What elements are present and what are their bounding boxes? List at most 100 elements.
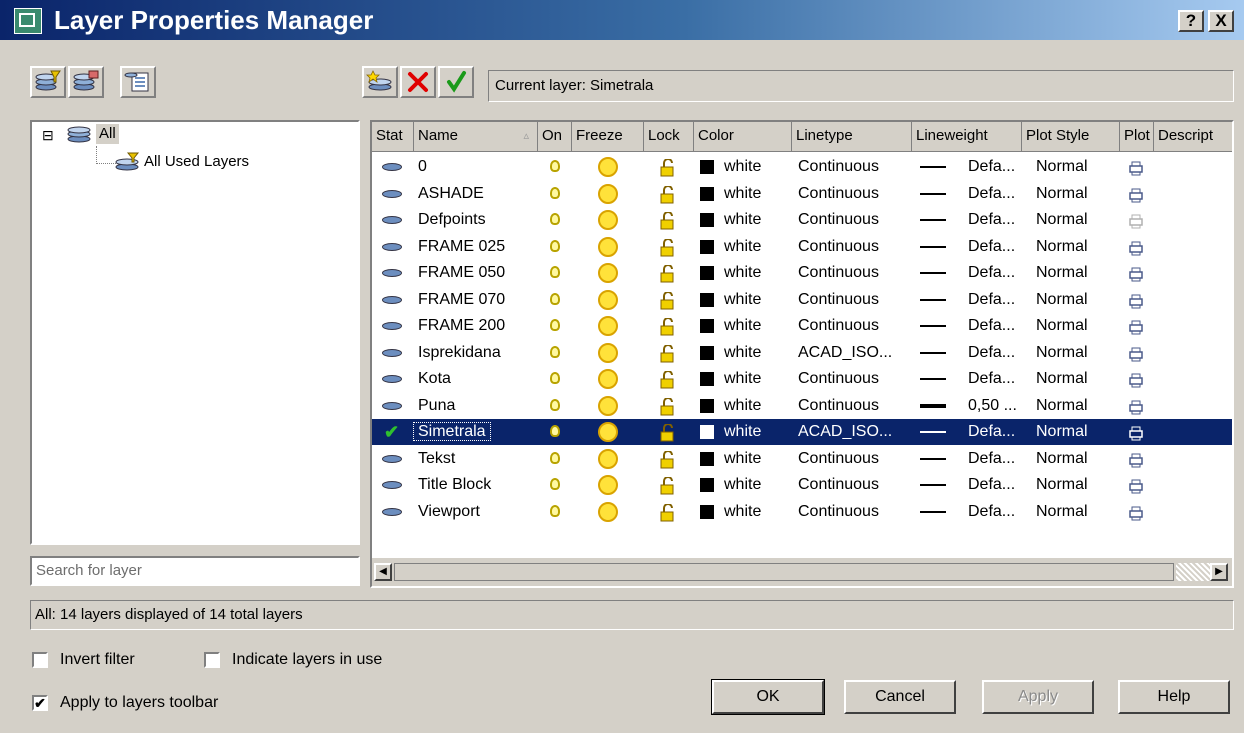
color-swatch[interactable] <box>700 504 714 519</box>
indicate-layers-in-use-checkbox[interactable] <box>204 652 220 668</box>
layer-lineweight[interactable]: Defa... <box>968 181 1015 207</box>
column-header-color[interactable]: Color <box>694 122 792 152</box>
layer-color[interactable]: white <box>724 234 761 260</box>
layer-color[interactable]: white <box>724 287 761 313</box>
layer-name[interactable]: FRAME 025 <box>418 234 505 260</box>
printer-icon[interactable] <box>1128 318 1144 335</box>
layer-linetype[interactable]: Continuous <box>798 366 879 392</box>
color-swatch[interactable] <box>700 398 714 413</box>
new-property-filter-button[interactable] <box>30 66 66 98</box>
color-swatch[interactable] <box>700 319 714 333</box>
column-header-stat[interactable]: Stat <box>372 122 414 152</box>
table-row[interactable]: FRAME 070 white Continuous Defa... Normal <box>372 287 1232 313</box>
help-dialog-button[interactable]: Help <box>1118 680 1230 714</box>
layer-lineweight[interactable]: Defa... <box>968 207 1015 233</box>
printer-icon[interactable] <box>1128 159 1144 176</box>
layer-color[interactable]: white <box>724 366 761 392</box>
sun-thaw-icon[interactable] <box>598 210 618 230</box>
layer-lineweight[interactable]: Defa... <box>968 366 1015 392</box>
layer-name[interactable]: Tekst <box>418 446 455 472</box>
table-row[interactable]: Tekst white Continuous Defa... Normal <box>372 446 1232 472</box>
table-row[interactable]: Puna white Continuous 0,50 ... Normal <box>372 393 1232 419</box>
lightbulb-on-icon[interactable] <box>550 425 560 437</box>
scroll-right-button[interactable]: ▶ <box>1210 563 1228 581</box>
printer-icon[interactable] <box>1128 345 1144 361</box>
sun-thaw-icon[interactable] <box>598 316 618 336</box>
table-row[interactable]: Defpoints white Continuous Defa... Normal <box>372 207 1232 233</box>
padlock-unlocked-icon[interactable] <box>658 184 676 204</box>
lightbulb-on-icon[interactable] <box>550 160 560 172</box>
printer-icon[interactable] <box>1128 371 1144 388</box>
delete-layer-button[interactable] <box>400 66 436 98</box>
color-swatch[interactable] <box>700 372 714 386</box>
scroll-left-button[interactable]: ◀ <box>374 563 392 581</box>
layer-lineweight[interactable]: Defa... <box>968 499 1015 525</box>
layer-color[interactable]: white <box>724 499 761 525</box>
layer-color[interactable]: white <box>724 340 761 366</box>
padlock-unlocked-icon[interactable] <box>658 423 676 442</box>
scroll-thumb[interactable] <box>394 563 1174 581</box>
column-header-plot[interactable]: Plot <box>1120 122 1154 152</box>
layer-lineweight[interactable]: Defa... <box>968 472 1015 498</box>
layer-name[interactable]: Isprekidana <box>418 340 501 366</box>
apply-button[interactable]: Apply <box>982 680 1094 714</box>
table-row[interactable]: Viewport white Continuous Defa... Normal <box>372 499 1232 525</box>
layer-name[interactable]: Puna <box>418 393 455 419</box>
table-row[interactable]: FRAME 050 white Continuous Defa... Normal <box>372 260 1232 286</box>
layer-linetype[interactable]: Continuous <box>798 287 879 313</box>
layer-name[interactable]: 0 <box>418 154 427 180</box>
lightbulb-on-icon[interactable] <box>550 186 560 199</box>
layer-name[interactable]: Simetrala <box>413 419 491 445</box>
search-box[interactable] <box>30 556 360 586</box>
lightbulb-on-icon[interactable] <box>550 398 560 411</box>
scroll-track[interactable] <box>1176 563 1210 581</box>
padlock-unlocked-icon[interactable] <box>658 290 676 310</box>
table-row[interactable]: ASHADE white Continuous Defa... Normal <box>372 181 1232 207</box>
printer-icon[interactable] <box>1128 504 1144 520</box>
layer-linetype[interactable]: Continuous <box>798 499 879 525</box>
color-swatch[interactable] <box>700 186 714 201</box>
layer-table[interactable]: Stat Name ▵ On Freeze Lock Color Linetype Linewe… <box>370 120 1234 588</box>
layer-lineweight[interactable]: 0,50 ... <box>968 393 1017 419</box>
lightbulb-on-icon[interactable] <box>550 239 560 252</box>
layer-lineweight[interactable]: Defa... <box>968 234 1015 260</box>
lightbulb-on-icon[interactable] <box>550 266 560 278</box>
table-row[interactable]: FRAME 025 white Continuous Defa... Normal <box>372 234 1232 260</box>
padlock-unlocked-icon[interactable] <box>658 317 676 336</box>
table-row[interactable]: FRAME 200 white Continuous Defa... Normal <box>372 313 1232 339</box>
layer-linetype[interactable]: Continuous <box>798 154 879 180</box>
layer-states-button[interactable] <box>120 66 156 98</box>
sun-thaw-icon[interactable] <box>598 342 618 363</box>
color-swatch[interactable] <box>700 478 714 492</box>
layer-linetype[interactable]: Continuous <box>798 207 879 233</box>
column-header-on[interactable]: On <box>538 122 572 152</box>
padlock-unlocked-icon[interactable] <box>658 396 676 416</box>
printer-icon[interactable] <box>1128 212 1144 229</box>
printer-icon[interactable] <box>1128 424 1144 441</box>
color-swatch[interactable] <box>700 239 714 254</box>
layer-color[interactable]: white <box>724 419 761 445</box>
close-button[interactable]: X <box>1208 10 1234 32</box>
table-row[interactable]: Title Block white Continuous Defa... Normal <box>372 472 1232 498</box>
printer-icon[interactable] <box>1128 292 1144 308</box>
printer-icon[interactable] <box>1128 186 1144 202</box>
sun-thaw-icon[interactable] <box>598 501 618 522</box>
layer-name[interactable]: ASHADE <box>418 181 484 207</box>
padlock-unlocked-icon[interactable] <box>658 237 676 257</box>
color-swatch[interactable] <box>700 345 714 360</box>
printer-icon[interactable] <box>1128 239 1144 255</box>
column-header-linetype[interactable]: Linetype <box>792 122 912 152</box>
lightbulb-on-icon[interactable] <box>550 319 560 331</box>
lightbulb-on-icon[interactable] <box>550 478 560 490</box>
color-swatch[interactable] <box>700 292 714 307</box>
column-header-name[interactable]: Name ▵ <box>414 122 538 152</box>
tree-item-all[interactable]: All <box>96 124 119 144</box>
layer-linetype[interactable]: ACAD_ISO... <box>798 419 892 445</box>
lightbulb-on-icon[interactable] <box>550 345 560 358</box>
printer-icon[interactable] <box>1128 477 1144 494</box>
printer-icon[interactable] <box>1128 451 1144 467</box>
sun-thaw-icon[interactable] <box>598 395 618 416</box>
padlock-unlocked-icon[interactable] <box>658 502 676 522</box>
layer-name[interactable]: FRAME 200 <box>418 313 505 339</box>
layer-color[interactable]: white <box>724 446 761 472</box>
